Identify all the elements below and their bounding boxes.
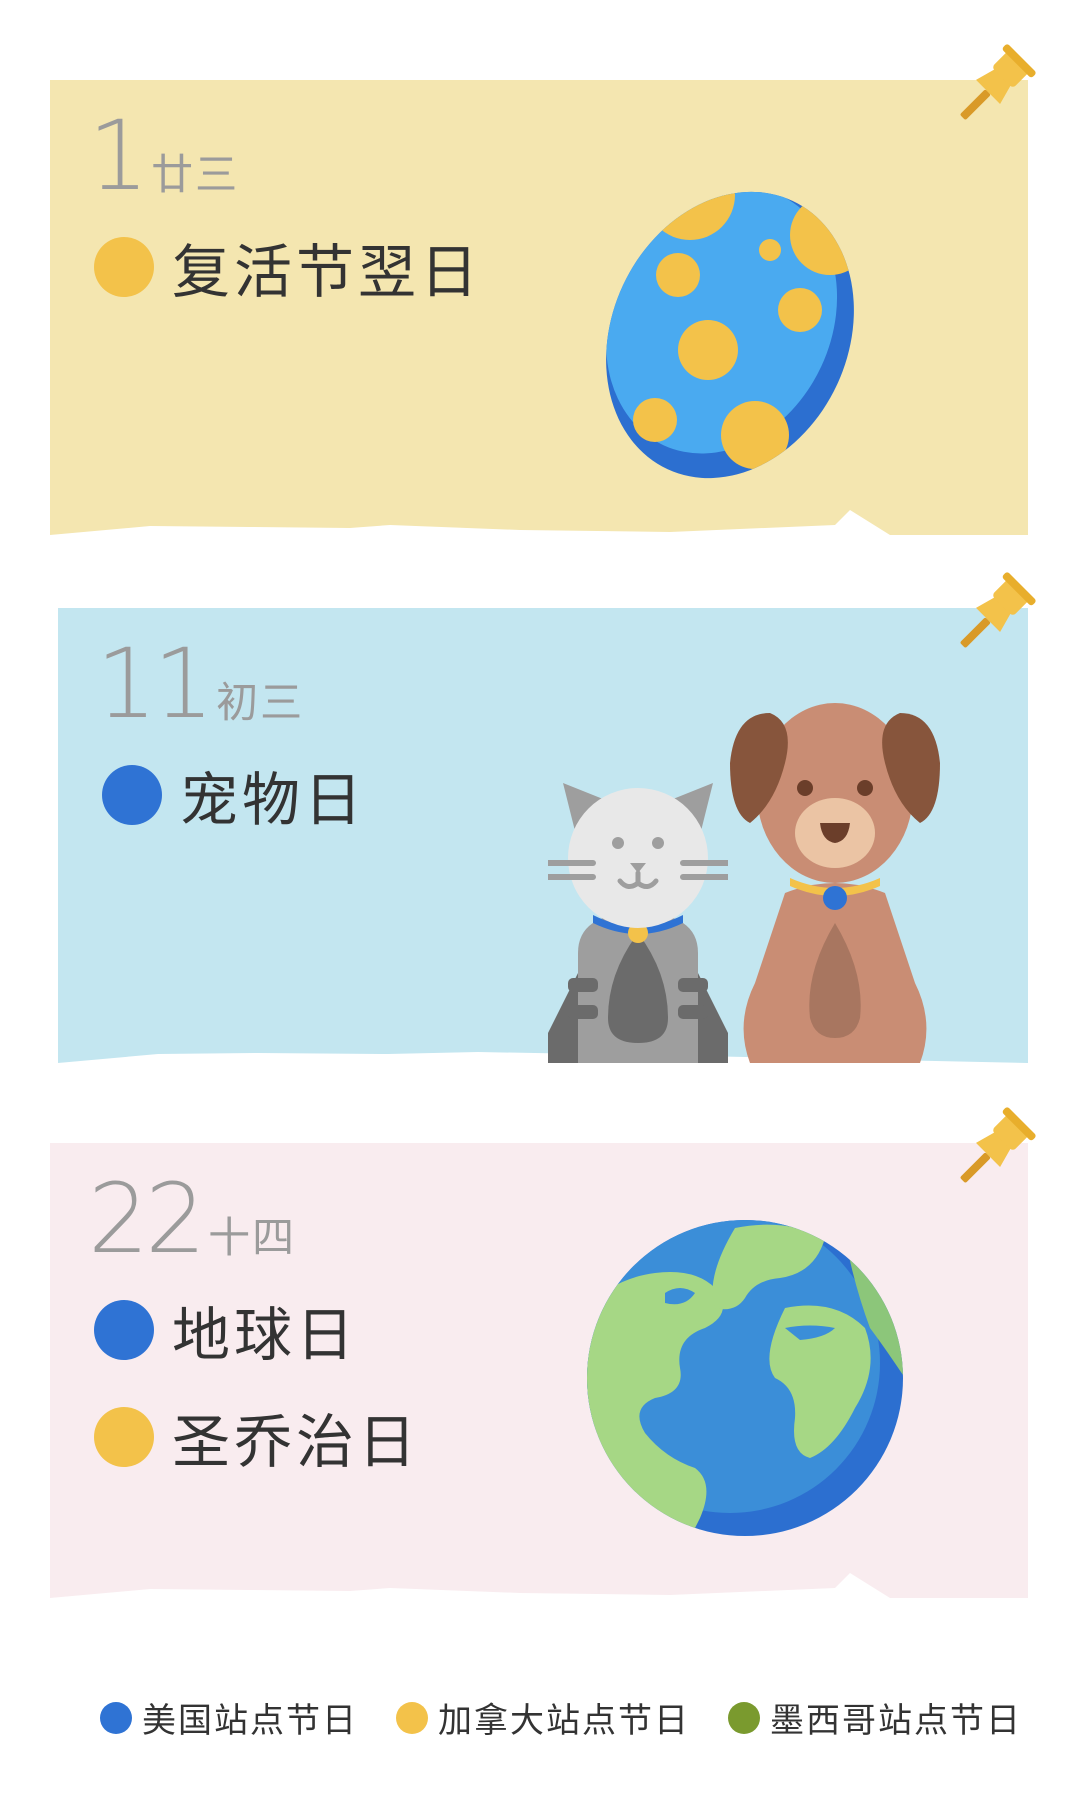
legend-label: 美国站点节日 [142, 1701, 358, 1741]
day-number: 11 [96, 628, 214, 740]
date-row: 1 廿三 [88, 108, 239, 204]
date-row: 11 初三 [96, 636, 304, 732]
holiday-name: 复活节翌日 [172, 238, 483, 306]
holiday-card-22[interactable]: 22 十四 地球日 圣乔治日 [50, 1107, 1036, 1603]
easter-egg-icon [606, 175, 870, 479]
holiday-item[interactable]: 宠物日 [102, 753, 366, 837]
day-number: 22 [88, 1163, 206, 1275]
legend-dot [100, 1701, 132, 1734]
legend-item-us: 美国站点节日 [100, 1693, 358, 1742]
lunar-date: 廿三 [151, 150, 240, 199]
cat-icon [548, 783, 728, 1063]
legend-item-mexico: 墨西哥站点节日 [728, 1693, 1022, 1742]
earth-globe-icon [587, 1220, 903, 1536]
pushpin-icon [960, 572, 1036, 648]
legend-label: 墨西哥站点节日 [770, 1701, 1022, 1741]
lunar-date: 十四 [208, 1213, 297, 1262]
holiday-name: 圣乔治日 [172, 1408, 421, 1476]
holiday-name: 宠物日 [180, 766, 367, 834]
dog-icon [730, 703, 940, 1063]
holiday-color-dot [94, 1300, 154, 1360]
pushpin-icon [960, 1107, 1036, 1183]
holiday-card-1[interactable]: 1 廿三 复活节翌日 [50, 44, 1036, 540]
legend-dot [396, 1701, 428, 1734]
holiday-item[interactable]: 复活节翌日 [94, 225, 482, 309]
legend: 美国站点节日 加拿大站点节日 墨西哥站点节日 [100, 1693, 1060, 1742]
holiday-item[interactable]: 圣乔治日 [94, 1395, 420, 1479]
holiday-color-dot [94, 1407, 154, 1467]
legend-item-canada: 加拿大站点节日 [396, 1693, 690, 1742]
holiday-color-dot [94, 237, 154, 297]
holiday-name: 地球日 [172, 1301, 359, 1369]
holiday-color-dot [102, 765, 162, 825]
pushpin-icon [960, 44, 1036, 120]
legend-dot [728, 1701, 760, 1734]
holiday-card-11[interactable]: 11 初三 宠物日 [58, 572, 1036, 1068]
holiday-item[interactable]: 地球日 [94, 1288, 358, 1372]
legend-label: 加拿大站点节日 [438, 1701, 690, 1741]
day-number: 1 [88, 100, 149, 212]
lunar-date: 初三 [216, 678, 305, 727]
date-row: 22 十四 [88, 1171, 296, 1267]
